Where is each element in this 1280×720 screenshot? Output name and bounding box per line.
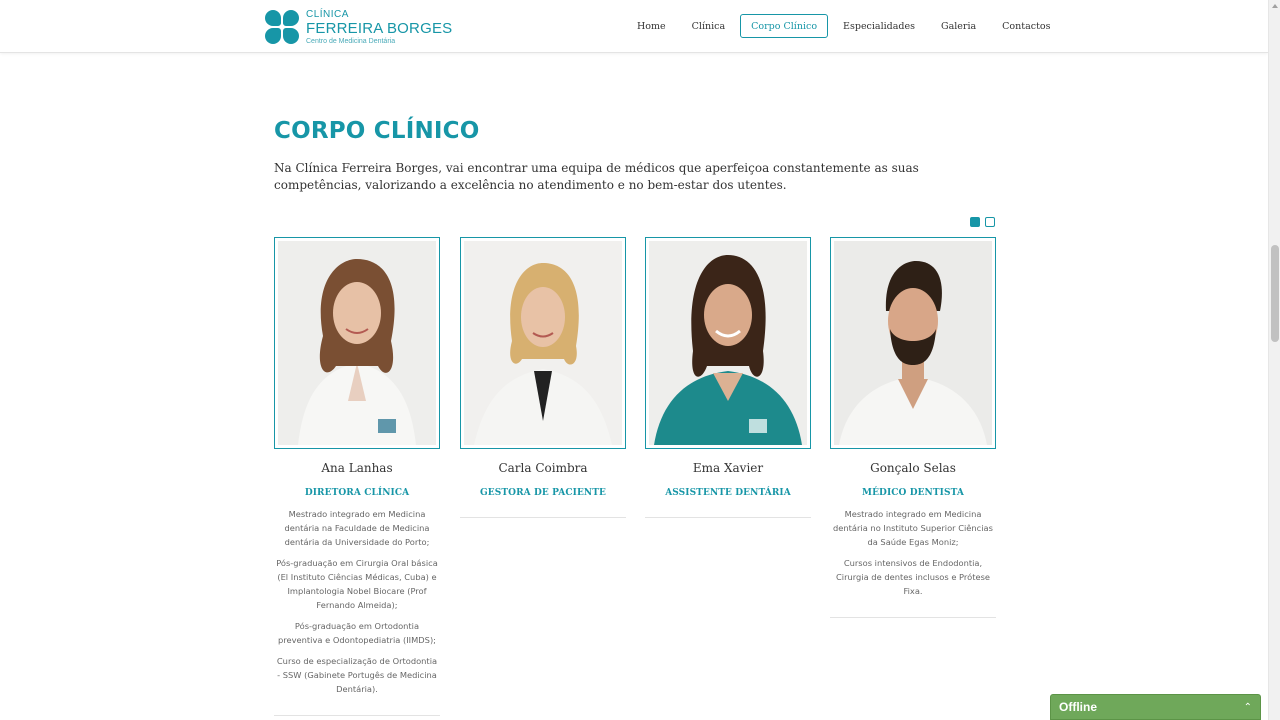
description-line: Mestrado integrado em Medicina dentária …	[833, 509, 993, 547]
main-nav: Home Clínica Corpo Clínico Especialidade…	[626, 14, 1065, 38]
nav-contactos[interactable]: Contactos	[991, 14, 1061, 38]
team-member-name: Carla Coimbra	[498, 461, 588, 475]
team-member-description: Mestrado integrado em Medicina dentária …	[274, 507, 440, 716]
description-line: Curso de especialização de Ortodontia - …	[276, 656, 438, 694]
chat-status-label: Offline	[1059, 700, 1097, 714]
nav-home[interactable]: Home	[626, 14, 677, 38]
team-member-name: Gonçalo Selas	[870, 461, 956, 475]
team-photo	[278, 241, 436, 445]
team-card-goncalo-selas: Gonçalo Selas MÉDICO DENTISTA Mestrado i…	[830, 237, 996, 618]
description-line: Pós-graduação em Cirurgia Oral básica (E…	[276, 558, 438, 610]
team-photo	[464, 241, 622, 445]
offline-chat-widget[interactable]: Offline ⌃	[1050, 694, 1261, 720]
nav-galeria[interactable]: Galeria	[930, 14, 987, 38]
nav-especialidades[interactable]: Especialidades	[832, 14, 926, 38]
team-member-description	[645, 506, 811, 518]
description-line: Pós-graduação em Ortodontia preventiva e…	[278, 621, 436, 645]
team-photo	[649, 241, 807, 445]
description-line: Mestrado integrado em Medicina dentária …	[284, 509, 430, 547]
page-title: CORPO CLÍNICO	[274, 118, 480, 144]
team-photo-frame	[274, 237, 440, 449]
clover-logo-icon	[264, 9, 300, 45]
team-card-ema-xavier: Ema Xavier ASSISTENTE DENTÁRIA	[645, 237, 811, 518]
intro-text: Na Clínica Ferreira Borges, vai encontra…	[274, 161, 919, 192]
brand-subtitle: Centro de Medicina Dentária	[306, 37, 396, 45]
nav-clinica[interactable]: Clínica	[681, 14, 737, 38]
brand-text: CLÍNICA FERREIRA BORGES Centro de Medici…	[306, 8, 453, 45]
team-member-name: Ana Lanhas	[321, 461, 393, 475]
team-photo-frame	[645, 237, 811, 449]
page-scrollbar[interactable]	[1268, 0, 1280, 720]
chevron-up-icon[interactable]: ⌃	[1244, 702, 1252, 713]
team-member-role: DIRETORA CLÍNICA	[304, 488, 410, 498]
description-line: Cursos intensivos de Endodontia, Cirurgi…	[835, 558, 991, 596]
brand-small: CLÍNICA	[306, 8, 349, 20]
team-member-description	[460, 506, 626, 518]
team-member-role: ASSISTENTE DENTÁRIA	[665, 488, 791, 498]
site-header: CLÍNICA FERREIRA BORGES Centro de Medici…	[0, 0, 1268, 53]
team-card-ana-lanhas: Ana Lanhas DIRETORA CLÍNICA Mestrado int…	[274, 237, 440, 716]
carousel-pagination	[970, 217, 1000, 227]
team-member-role: MÉDICO DENTISTA	[862, 488, 964, 498]
team-photo-frame	[830, 237, 996, 449]
carousel-dot-1[interactable]	[970, 217, 980, 227]
team-member-description: Mestrado integrado em Medicina dentária …	[830, 507, 996, 618]
team-photo-frame	[460, 237, 626, 449]
team-card-carla-coimbra: Carla Coimbra GESTORA DE PACIENTE	[460, 237, 626, 518]
carousel-dot-2[interactable]	[985, 217, 995, 227]
team-photo	[834, 241, 992, 445]
nav-corpo-clinico[interactable]: Corpo Clínico	[740, 14, 829, 38]
brand-logo[interactable]: CLÍNICA FERREIRA BORGES Centro de Medici…	[264, 9, 452, 45]
scroll-thumb[interactable]	[1271, 245, 1279, 342]
brand-name: FERREIRA BORGES	[306, 19, 453, 37]
team-member-name: Ema Xavier	[692, 461, 764, 475]
team-member-role: GESTORA DE PACIENTE	[480, 488, 606, 498]
scroll-up-icon[interactable]	[1272, 4, 1278, 8]
